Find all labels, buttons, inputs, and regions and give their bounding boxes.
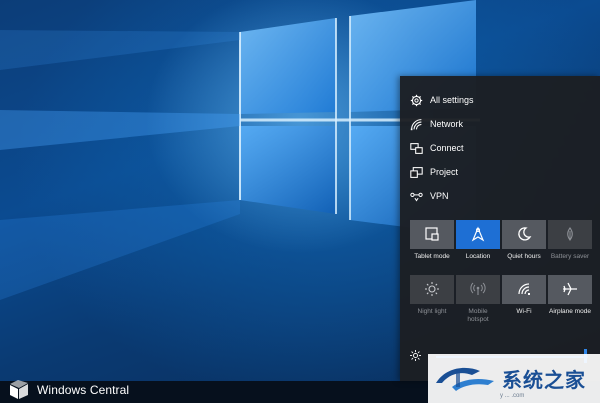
network-link[interactable]: Network: [400, 112, 600, 136]
network-icon: [410, 118, 422, 130]
site-watermark-text: 系统之家: [502, 368, 586, 392]
watermark-brand-text: Windows Central: [37, 383, 130, 397]
moon-icon: [518, 227, 532, 241]
site-logo-icon: [436, 367, 494, 391]
vpn-link[interactable]: VPN: [400, 184, 600, 208]
tile-label: Airplane mode: [549, 308, 591, 315]
site-watermark-subtext: y ... .com: [500, 393, 525, 399]
night-light-tile[interactable]: Night light: [410, 275, 454, 324]
tile-label: Battery saver: [550, 253, 590, 260]
tile-button[interactable]: [410, 220, 454, 249]
vpn-icon: [410, 192, 423, 201]
tablet-icon: [425, 227, 439, 241]
tile-button[interactable]: [502, 275, 546, 304]
tile-button[interactable]: [502, 220, 546, 249]
windows-central-watermark: Windows Central: [0, 377, 150, 403]
quick-link-label: Project: [430, 167, 459, 177]
location-icon: [471, 226, 485, 242]
tile-label: Tablet mode: [414, 253, 450, 260]
wifi-icon: [518, 283, 530, 295]
airplane-mode-tile[interactable]: Airplane mode: [548, 275, 592, 324]
battery-saver-tile[interactable]: Battery saver: [548, 220, 592, 261]
tile-label: Wi-Fi: [516, 308, 532, 315]
connect-link[interactable]: Connect: [400, 136, 600, 160]
all-settings-link[interactable]: All settings: [400, 88, 600, 112]
tile-label: Mobile hotspot: [467, 308, 489, 323]
tablet-mode-tile[interactable]: Tablet mode: [410, 220, 454, 261]
quiet-hours-tile[interactable]: Quiet hours: [502, 220, 546, 261]
wifi-tile[interactable]: Wi-Fi: [502, 275, 546, 324]
windows-central-logo-icon: [10, 380, 28, 399]
tile-row: Tablet mode Location Quiet hours Battery…: [410, 220, 592, 261]
tile-button[interactable]: [548, 220, 592, 249]
location-tile[interactable]: Location: [456, 220, 500, 261]
tile-button[interactable]: [456, 220, 500, 249]
tile-label: Location: [465, 253, 491, 260]
connect-icon: [410, 142, 423, 154]
mobile-hotspot-tile[interactable]: Mobile hotspot: [456, 275, 500, 324]
project-link[interactable]: Project: [400, 160, 600, 184]
brightness-icon: [410, 350, 421, 361]
quick-link-label: VPN: [430, 191, 449, 201]
tile-label: Quiet hours: [507, 253, 541, 260]
quick-action-tiles: Tablet mode Location Quiet hours Battery…: [410, 220, 592, 324]
tile-button[interactable]: [456, 275, 500, 304]
night-light-icon: [425, 282, 439, 296]
tile-row: Night light Mobile hotspot Wi-Fi Airplan…: [410, 275, 592, 324]
gear-icon: [410, 94, 423, 106]
action-center-panel: All settings Network Connect Project VPN…: [400, 76, 600, 381]
airplane-icon: [563, 282, 577, 296]
hotspot-icon: [470, 282, 486, 295]
tile-button[interactable]: [410, 275, 454, 304]
quick-link-label: Connect: [430, 143, 464, 153]
quick-link-label: Network: [430, 119, 464, 129]
tile-label: Night light: [417, 308, 447, 315]
project-icon: [410, 166, 423, 178]
tile-button[interactable]: [548, 275, 592, 304]
battery-saver-icon: [567, 227, 573, 241]
quick-link-label: All settings: [430, 95, 474, 105]
quick-links: All settings Network Connect Project VPN: [400, 88, 600, 208]
